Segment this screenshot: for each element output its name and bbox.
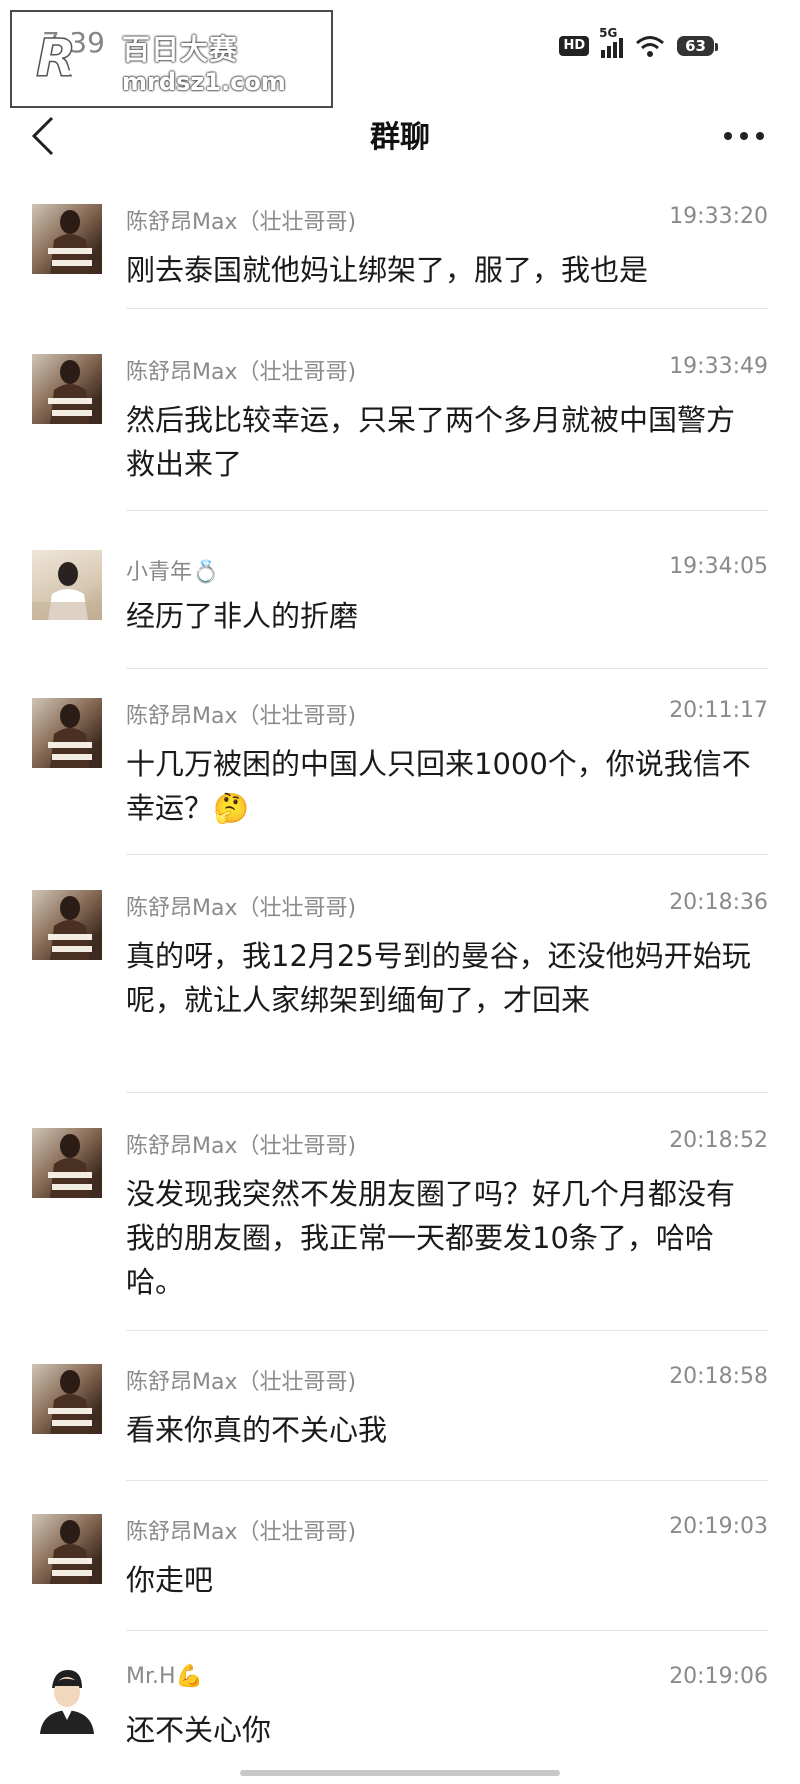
sender-name: 陈舒昂Max（壮壮哥哥) — [126, 896, 357, 921]
sender-name: 小青年💍 — [126, 560, 220, 585]
sender-name: 陈舒昂Max（壮壮哥哥) — [126, 1370, 357, 1395]
battery-icon: 63 — [677, 36, 718, 56]
message-text: 真的呀，我12月25号到的曼谷，还没他妈开始玩呢，就让人家绑架到缅甸了，才回来 — [126, 939, 751, 1017]
wifi-icon — [636, 36, 665, 57]
separator — [126, 854, 768, 855]
message-time: 20:18:52 — [669, 1128, 768, 1153]
message-time: 19:34:05 — [669, 554, 768, 579]
sender-name: 陈舒昂Max（壮壮哥哥) — [126, 360, 357, 385]
separator — [126, 668, 768, 669]
message-time: 20:11:17 — [669, 698, 768, 723]
avatar[interactable] — [32, 550, 102, 620]
message-text: 十几万被困的中国人只回来1000个，你说我信不幸运？🤔 — [126, 747, 751, 825]
watermark-logo: R — [35, 28, 107, 95]
sender-name: 陈舒昂Max（壮壮哥哥) — [126, 1520, 357, 1545]
separator — [126, 308, 768, 309]
watermark: R 百日大赛 mrdsz1.com — [10, 10, 333, 108]
avatar[interactable] — [32, 698, 102, 768]
svg-text:R: R — [36, 29, 76, 89]
message-time: 20:19:06 — [669, 1664, 768, 1689]
avatar[interactable] — [32, 1364, 102, 1434]
hd-badge: HD — [559, 36, 590, 56]
message-text: 还不关心你 — [126, 1713, 272, 1747]
network-type: 5G — [599, 26, 618, 40]
chat-title: 群聊 — [370, 120, 430, 155]
avatar[interactable] — [32, 204, 102, 274]
message-text: 刚去泰国就他妈让绑架了，服了，我也是 — [126, 253, 649, 287]
message-text: 没发现我突然不发朋友圈了吗？好几个月都没有我的朋友圈，我正常一天都要发10条了，… — [126, 1177, 736, 1299]
message-time: 19:33:20 — [669, 204, 768, 229]
message-text: 你走吧 — [126, 1563, 214, 1597]
watermark-title: 百日大赛 — [122, 33, 239, 66]
message-text: 经历了非人的折磨 — [126, 599, 359, 633]
avatar[interactable] — [32, 354, 102, 424]
sender-name: 陈舒昂Max（壮壮哥哥) — [126, 1134, 357, 1159]
separator — [126, 510, 768, 511]
sender-name: Mr.H💪 — [126, 1664, 203, 1689]
message-text: 看来你真的不关心我 — [126, 1413, 388, 1447]
nav-bar: 群聊 — [0, 96, 800, 180]
sender-name: 陈舒昂Max（壮壮哥哥) — [126, 704, 357, 729]
avatar[interactable] — [32, 1128, 102, 1198]
avatar[interactable] — [32, 1664, 102, 1734]
status-icons: HD 5G 63 — [559, 26, 718, 58]
home-indicator[interactable] — [240, 1770, 560, 1776]
separator — [126, 1630, 768, 1631]
more-icon[interactable] — [724, 132, 764, 142]
message-time: 19:33:49 — [669, 354, 768, 379]
separator — [126, 1480, 768, 1481]
separator — [126, 1330, 768, 1331]
avatar[interactable] — [32, 890, 102, 960]
sender-name: 陈舒昂Max（壮壮哥哥) — [126, 210, 357, 235]
message-text: 然后我比较幸运，只呆了两个多月就被中国警方救出来了 — [126, 403, 736, 481]
separator — [126, 1092, 768, 1093]
message-time: 20:18:36 — [669, 890, 768, 915]
message-time: 20:18:58 — [669, 1364, 768, 1389]
avatar[interactable] — [32, 1514, 102, 1584]
message-time: 20:19:03 — [669, 1514, 768, 1539]
watermark-url: mrdsz1.com — [122, 68, 286, 96]
cellular-signal-icon: 5G — [599, 26, 624, 58]
